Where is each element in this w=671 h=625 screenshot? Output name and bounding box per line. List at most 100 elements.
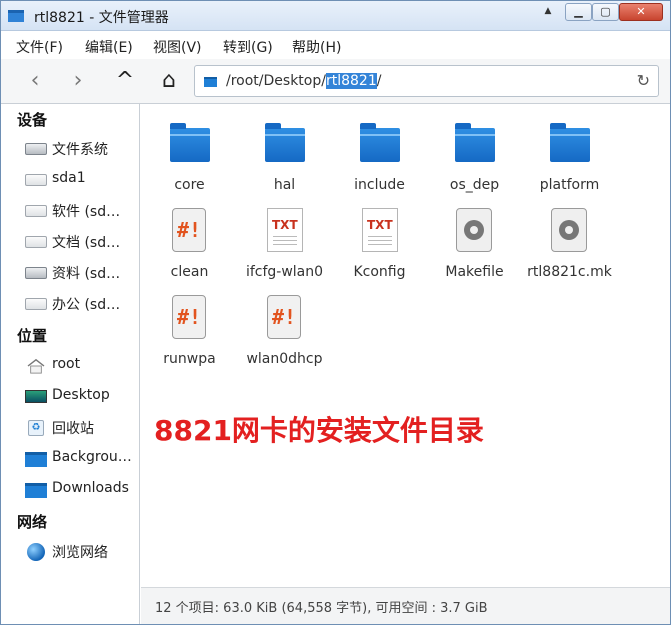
makefile-icon: [551, 208, 587, 252]
file-label: rtl8821c.mk: [527, 264, 612, 280]
file-label: clean: [170, 264, 209, 280]
overlay-annotation-text: 8821网卡的安装文件目录: [154, 414, 484, 447]
file-item-rtl8821c-mk[interactable]: rtl8821c.mk: [522, 201, 617, 281]
file-item-core[interactable]: core: [142, 114, 237, 194]
sidebar-item-label: 办公 (sd…: [52, 297, 121, 313]
refresh-icon[interactable]: ↻: [637, 71, 650, 90]
file-label: ifcfg-wlan0: [245, 264, 324, 280]
file-item-runwpa[interactable]: #! runwpa: [142, 288, 237, 368]
location-bar[interactable]: /root/Desktop/rtl8821/ ↻: [194, 65, 659, 97]
folder-icon: [455, 123, 495, 162]
sidebar-item-root[interactable]: root: [25, 354, 137, 378]
back-arrow-icon[interactable]: ‹: [21, 67, 49, 95]
maximize-button[interactable]: ▢: [592, 3, 619, 21]
sidebar-item-software[interactable]: 软件 (sd…: [25, 199, 137, 223]
home-folder-icon: [27, 358, 45, 374]
sidebar-item-label: root: [52, 356, 81, 372]
menu-go[interactable]: 转到(G): [223, 37, 273, 57]
sidebar-item-label: Downloads: [52, 480, 129, 496]
file-label: Kconfig: [353, 264, 406, 280]
file-item-clean[interactable]: #! clean: [142, 201, 237, 281]
text-file-tag: TXT: [272, 218, 298, 232]
window-menu-button[interactable]: ▲: [541, 3, 555, 21]
sidebar-item-desktop[interactable]: Desktop: [25, 385, 137, 409]
drive-icon: [25, 205, 47, 217]
forward-arrow-icon[interactable]: ›: [64, 67, 92, 95]
file-item-makefile[interactable]: Makefile: [427, 201, 522, 281]
sidebar-item-documents[interactable]: 文档 (sd…: [25, 230, 137, 254]
location-path[interactable]: /root/Desktop/rtl8821/: [226, 73, 381, 89]
sidebar-section-places: 位置: [17, 327, 48, 345]
menu-bar: 文件(F) 编辑(E) 视图(V) 转到(G) 帮助(H): [1, 31, 670, 59]
home-icon[interactable]: ⌂: [155, 67, 183, 95]
sidebar-item-label: 软件 (sd…: [52, 204, 121, 220]
drive-icon: [25, 298, 47, 310]
file-label: core: [174, 177, 205, 193]
sidebar-item-label: sda1: [52, 170, 86, 186]
file-label: include: [354, 177, 405, 193]
sidebar-item-sda1[interactable]: sda1: [25, 168, 137, 192]
close-button[interactable]: ✕: [619, 3, 663, 21]
file-view[interactable]: core hal include os_dep platform #! clean…: [141, 104, 670, 587]
up-arrow-icon[interactable]: ^: [111, 67, 139, 95]
menu-help[interactable]: 帮助(H): [292, 37, 341, 57]
file-label: hal: [273, 177, 296, 193]
file-item-ifcfg-wlan0[interactable]: TXT ifcfg-wlan0: [237, 201, 332, 281]
path-prefix: /root/Desktop/: [226, 73, 326, 89]
minimize-button[interactable]: ▁: [565, 3, 592, 21]
file-label: platform: [539, 177, 600, 193]
toolbar: ‹ › ^ ⌂ /root/Desktop/rtl8821/ ↻: [1, 59, 670, 104]
menu-file[interactable]: 文件(F): [16, 37, 63, 57]
sidebar-item-data[interactable]: 资料 (sd…: [25, 261, 137, 285]
script-icon: #!: [172, 295, 206, 339]
file-label: wlan0dhcp: [246, 351, 323, 367]
sidebar-item-label: 浏览网络: [52, 545, 108, 561]
menu-view[interactable]: 视图(V): [153, 37, 202, 57]
sidebar-item-label: 回收站: [52, 421, 94, 437]
sidebar-section-network: 网络: [17, 513, 48, 531]
file-item-platform[interactable]: platform: [522, 114, 617, 194]
sidebar-item-filesystem[interactable]: 文件系统: [25, 137, 137, 161]
file-label: Makefile: [445, 264, 504, 280]
menu-edit[interactable]: 编辑(E): [85, 37, 133, 57]
file-item-wlan0dhcp[interactable]: #! wlan0dhcp: [237, 288, 332, 368]
text-file-icon: TXT: [267, 208, 303, 252]
folder-icon: [170, 123, 210, 162]
path-suffix: /: [376, 73, 382, 89]
drive-icon: [25, 236, 47, 248]
trash-icon: ♻: [28, 420, 44, 436]
sidebar-item-trash[interactable]: ♻ 回收站: [25, 416, 137, 440]
script-icon: #!: [172, 208, 206, 252]
sidebar-item-office[interactable]: 办公 (sd…: [25, 292, 137, 316]
sidebar-item-label: Backgrou…: [52, 449, 132, 465]
file-item-include[interactable]: include: [332, 114, 427, 194]
file-item-os-dep[interactable]: os_dep: [427, 114, 522, 194]
file-label: runwpa: [163, 351, 216, 367]
sidebar-item-downloads[interactable]: Downloads: [25, 478, 137, 502]
file-item-hal[interactable]: hal: [237, 114, 332, 194]
network-globe-icon: [27, 543, 45, 561]
status-bar: 12 个项目: 63.0 KiB (64,558 字节), 可用空间 : 3.7…: [141, 587, 670, 624]
sidebar-item-backgrounds[interactable]: Backgrou…: [25, 447, 137, 471]
file-item-kconfig[interactable]: TXT Kconfig: [332, 201, 427, 281]
folder-icon: [265, 123, 305, 162]
folder-icon: [204, 77, 217, 87]
text-file-icon: TXT: [362, 208, 398, 252]
makefile-icon: [456, 208, 492, 252]
sidebar-item-browse-network[interactable]: 浏览网络: [25, 540, 137, 564]
sidebar-item-label: Desktop: [52, 387, 110, 403]
title-bar[interactable]: rtl8821 - 文件管理器 ▲ ▁ ▢ ✕: [1, 1, 670, 31]
folder-icon: [25, 483, 47, 498]
text-file-tag: TXT: [367, 218, 393, 232]
sidebar: 设备 文件系统 sda1 软件 (sd… 文档 (sd… 资料 (sd… 办公 …: [1, 104, 140, 624]
sidebar-item-label: 资料 (sd…: [52, 266, 121, 282]
drive-icon: [25, 267, 47, 279]
desktop-icon: [25, 390, 47, 403]
path-selected: rtl8821: [325, 73, 377, 89]
sidebar-item-label: 文件系统: [52, 142, 108, 158]
folder-icon: [360, 123, 400, 162]
drive-icon: [25, 143, 47, 155]
file-label: os_dep: [449, 177, 500, 193]
folder-icon: [25, 452, 47, 467]
drive-icon: [25, 174, 47, 186]
